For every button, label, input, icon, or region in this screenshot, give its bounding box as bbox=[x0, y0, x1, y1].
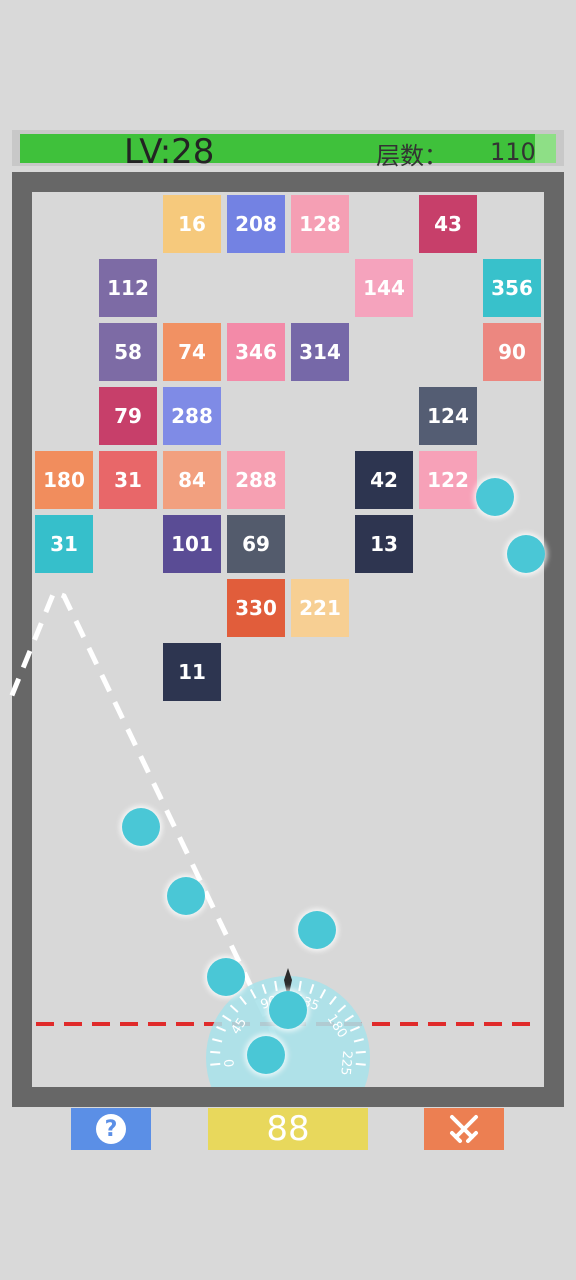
ball bbox=[269, 991, 307, 1029]
crossed-swords-icon bbox=[450, 1115, 478, 1143]
dial-tick bbox=[210, 1050, 221, 1054]
question-icon: ? bbox=[96, 1114, 126, 1144]
dial-tick bbox=[210, 1062, 221, 1066]
ball bbox=[167, 877, 205, 915]
dial-angle-label: 0 bbox=[222, 1058, 238, 1068]
battle-button[interactable] bbox=[424, 1108, 504, 1150]
help-button[interactable]: ? bbox=[71, 1108, 151, 1150]
dial-tick bbox=[355, 1050, 366, 1054]
ball bbox=[122, 808, 160, 846]
dial-angle-label: 225 bbox=[337, 1050, 354, 1076]
ball bbox=[247, 1036, 285, 1074]
dial-tick bbox=[355, 1062, 366, 1066]
ball bbox=[298, 911, 336, 949]
ball bbox=[507, 535, 545, 573]
ball bbox=[476, 478, 514, 516]
ball bbox=[207, 958, 245, 996]
ball-count: 88 bbox=[208, 1108, 368, 1150]
game-overlay: 04590135180225 bbox=[5, 588, 540, 1087]
